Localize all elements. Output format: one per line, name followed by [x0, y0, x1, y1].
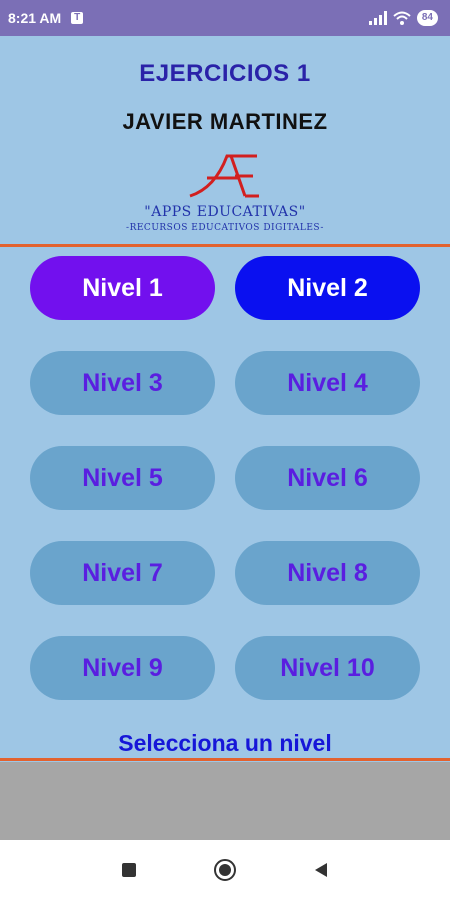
ad-banner-area — [0, 762, 450, 840]
bottom-divider — [0, 758, 450, 761]
app-content: EJERCICIOS 1 JAVIER MARTINEZ "APPS EDUCA… — [0, 36, 450, 762]
home-button[interactable] — [177, 850, 273, 890]
select-level-prompt: Selecciona un nivel — [118, 730, 332, 756]
level-8-button[interactable]: Nivel 8 — [235, 541, 420, 605]
status-time: 8:21 AM — [8, 10, 62, 26]
level-9-button[interactable]: Nivel 9 — [30, 636, 215, 700]
level-5-button[interactable]: Nivel 5 — [30, 446, 215, 510]
level-6-button[interactable]: Nivel 6 — [235, 446, 420, 510]
signal-icon — [368, 11, 387, 25]
page-title: EJERCICIOS 1 — [139, 60, 311, 87]
level-3-button[interactable]: Nivel 3 — [30, 351, 215, 415]
top-divider — [0, 244, 450, 247]
logo-subtext: -RECURSOS EDUCATIVOS DIGITALES- — [126, 223, 324, 233]
level-2-button[interactable]: Nivel 2 — [235, 256, 420, 320]
notification-icon: T — [71, 12, 84, 24]
wifi-icon — [393, 11, 411, 25]
triangle-back-icon — [315, 863, 327, 877]
circle-icon — [214, 859, 236, 881]
level-4-button[interactable]: Nivel 4 — [235, 351, 420, 415]
author-name: JAVIER MARTINEZ — [122, 109, 328, 134]
logo-text: "APPS EDUCATIVAS" — [144, 204, 306, 220]
level-7-button[interactable]: Nivel 7 — [30, 541, 215, 605]
back-button[interactable] — [273, 850, 369, 890]
battery-indicator: 84 — [416, 10, 438, 26]
level-1-button[interactable]: Nivel 1 — [30, 256, 215, 320]
level-10-button[interactable]: Nivel 10 — [235, 636, 420, 700]
recent-apps-button[interactable] — [81, 850, 177, 890]
status-bar: 8:21 AM T 84 — [0, 0, 450, 36]
system-navigation-bar — [0, 840, 450, 900]
square-icon — [122, 863, 136, 877]
